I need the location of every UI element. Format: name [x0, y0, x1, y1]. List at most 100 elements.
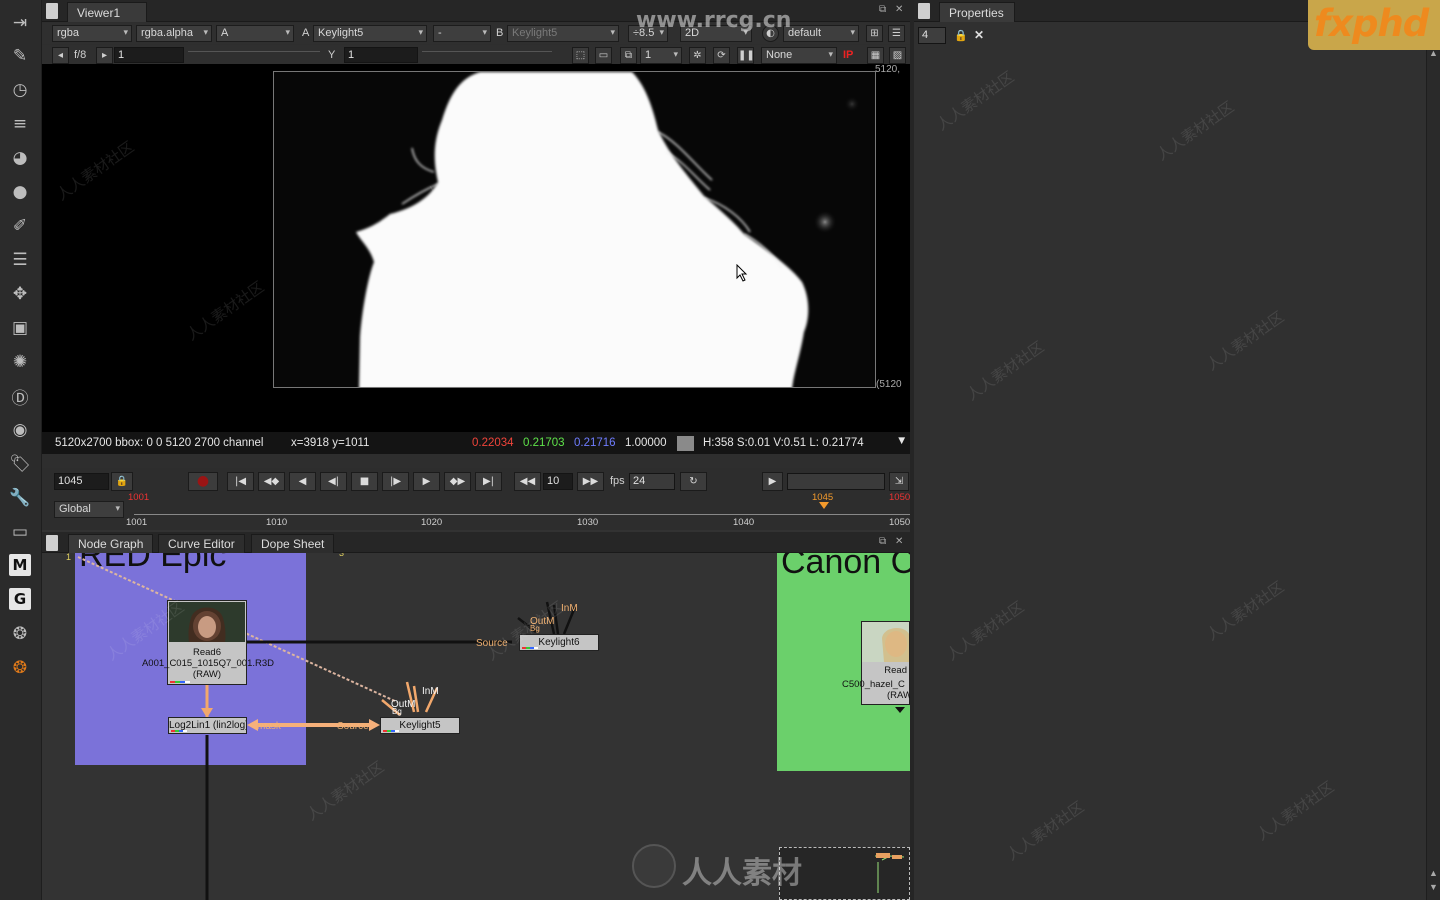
- current-frame-field[interactable]: 1045: [54, 473, 109, 490]
- prev-keyframe-icon[interactable]: ◀◆: [258, 472, 285, 491]
- next-keyframe-icon[interactable]: ◆▶: [444, 472, 471, 491]
- lock-range-icon[interactable]: 🔒: [111, 472, 133, 491]
- input-process-indicator[interactable]: IP: [843, 49, 853, 61]
- time-clock-icon[interactable]: ◷: [7, 77, 33, 103]
- tab-dope-sheet[interactable]: Dope Sheet: [251, 534, 335, 553]
- pause-update-icon[interactable]: ✲: [689, 47, 706, 64]
- properties-tab-label: Properties: [949, 6, 1004, 20]
- viewer-menu-icon[interactable]: ☰: [888, 25, 905, 42]
- read6-thumbnail: [169, 602, 245, 642]
- other-wrench-icon[interactable]: 🔧: [7, 485, 33, 511]
- fxphd-watermark-logo: fxphd: [1308, 0, 1440, 50]
- roi-icon[interactable]: ⬚: [572, 47, 589, 64]
- scroll-up-icon[interactable]: ▲: [1429, 868, 1438, 878]
- prev-frame-icon[interactable]: ◀: [289, 472, 316, 491]
- skip-back-icon[interactable]: ◀◀: [514, 472, 541, 491]
- tick-label: 1001: [126, 517, 148, 528]
- fstop-increase-icon[interactable]: ▸: [96, 47, 113, 64]
- plugin-g-icon[interactable]: G: [9, 588, 31, 610]
- draw-brush-icon[interactable]: ✎: [7, 43, 33, 69]
- pane-menu-handle[interactable]: [918, 3, 930, 19]
- last-frame-icon[interactable]: ▶|: [475, 472, 502, 491]
- color-wheel-icon[interactable]: ◕: [7, 145, 33, 171]
- lock-panels-icon[interactable]: 🔒: [954, 29, 968, 42]
- channel-icon[interactable]: ≡: [7, 111, 33, 137]
- log2lin-node[interactable]: Log2Lin1 (lin2log): [168, 717, 247, 734]
- gain-field[interactable]: 1: [114, 47, 184, 63]
- pane-menu-handle[interactable]: [46, 3, 58, 19]
- proxy-icon[interactable]: ⧉: [620, 47, 637, 64]
- overlay-settings-icon[interactable]: ⊞: [866, 25, 883, 42]
- a-input-dropdown[interactable]: Keylight5: [313, 25, 427, 42]
- float-pane-icon[interactable]: ⧉: [879, 536, 886, 547]
- play-backward-icon[interactable]: ◀|: [320, 472, 347, 491]
- gamma-field[interactable]: 1: [344, 47, 418, 63]
- scroll-down-icon[interactable]: ▼: [1429, 882, 1438, 892]
- image-io-icon[interactable]: ⇥: [7, 10, 33, 36]
- play-forward-icon[interactable]: |▶: [382, 472, 409, 491]
- roi-mode-dropdown[interactable]: None: [761, 47, 837, 64]
- info-expand-icon[interactable]: ▼: [896, 435, 907, 447]
- gamma-slider[interactable]: [422, 51, 552, 59]
- stop-icon[interactable]: ■: [351, 472, 378, 491]
- read6-node[interactable]: Read6 A001_C015_1015Q7_001.R3D (RAW): [142, 600, 274, 685]
- viewer-lut-dropdown[interactable]: default: [783, 25, 859, 42]
- frame-range-dropdown[interactable]: Global: [54, 501, 124, 518]
- skip-forward-icon[interactable]: ▶▶: [577, 472, 604, 491]
- node-graph-pane[interactable]: Node Graph Curve Editor Dope Sheet ⧉ ✕ R…: [42, 532, 910, 900]
- frame-increment-field[interactable]: 10: [543, 473, 573, 490]
- pane-menu-handle[interactable]: [46, 535, 58, 551]
- gain-slider[interactable]: [188, 51, 320, 59]
- viewer-canvas[interactable]: 5120, (5120: [42, 64, 910, 432]
- metadata-tag-icon[interactable]: 🏷: [7, 451, 33, 477]
- format-info: 5120x2700 bbox: 0 0 5120 2700 channel: [55, 437, 264, 449]
- pause-icon[interactable]: ❚❚: [737, 47, 755, 64]
- a-mode-dropdown[interactable]: A: [216, 25, 294, 42]
- proxy-scale-dropdown[interactable]: 1: [640, 47, 682, 64]
- 3d-cube-icon[interactable]: ▣: [7, 315, 33, 341]
- merge-layers-icon[interactable]: ☰: [7, 247, 33, 273]
- max-panels-field[interactable]: 4: [918, 27, 946, 44]
- particles-icon[interactable]: ✺: [7, 349, 33, 375]
- float-pane-icon[interactable]: ⧉: [879, 4, 886, 15]
- transform-move-icon[interactable]: ✥: [7, 281, 33, 307]
- timeline-settings-icon[interactable]: ⇲: [889, 472, 909, 491]
- clear-panels-icon[interactable]: ✕: [974, 28, 984, 42]
- plugin-flame-orange-icon[interactable]: ❂: [7, 655, 33, 681]
- properties-scrollbar[interactable]: ▲ ▲ ▼: [1426, 44, 1440, 900]
- next-frame-icon[interactable]: ▶: [413, 472, 440, 491]
- plugin-m-icon[interactable]: M: [9, 554, 31, 576]
- alpha-channel-dropdown[interactable]: rgba.alpha: [136, 25, 212, 42]
- fps-field[interactable]: 24: [629, 473, 675, 490]
- keyer-picker-icon[interactable]: ✐: [7, 213, 33, 239]
- refresh-icon[interactable]: ⟳: [713, 47, 730, 64]
- region-icon[interactable]: ▭: [595, 47, 612, 64]
- deep-d-icon[interactable]: Ⓓ: [7, 383, 33, 409]
- wipe-mode-dropdown[interactable]: -: [433, 25, 491, 42]
- b-input-dropdown[interactable]: Keylight5: [507, 25, 619, 42]
- filter-sphere-icon[interactable]: ●: [7, 179, 33, 205]
- fstop-decrease-icon[interactable]: ◂: [52, 47, 69, 64]
- flipbook-field[interactable]: [787, 473, 885, 490]
- stripes-icon[interactable]: ▨: [889, 47, 906, 64]
- channels-dropdown[interactable]: rgba: [52, 25, 132, 42]
- toolsets-folder-icon[interactable]: ▭: [7, 519, 33, 545]
- tick-label: 1040: [733, 517, 755, 528]
- plugin-flame-gray-icon[interactable]: ❂: [7, 621, 33, 647]
- close-pane-icon[interactable]: ✕: [895, 536, 903, 547]
- keylight6-node[interactable]: Keylight6: [519, 634, 599, 651]
- timeline[interactable]: Global 1001 1050 1045 1001 1010 1020 103…: [42, 492, 910, 530]
- views-eye-icon[interactable]: ◉: [7, 417, 33, 443]
- tab-node-graph[interactable]: Node Graph: [68, 534, 154, 553]
- first-frame-icon[interactable]: |◀: [227, 472, 254, 491]
- loop-icon[interactable]: ↻: [680, 472, 707, 491]
- tab-viewer1[interactable]: Viewer1: [67, 2, 147, 22]
- tab-properties[interactable]: Properties: [939, 2, 1015, 22]
- flipbook-icon[interactable]: ▶: [762, 472, 783, 491]
- tab-curve-editor[interactable]: Curve Editor: [158, 534, 245, 553]
- keylight5-node[interactable]: Keylight5: [380, 717, 460, 734]
- record-icon[interactable]: ●: [188, 472, 218, 491]
- checker-icon[interactable]: ▦: [867, 47, 884, 64]
- close-pane-icon[interactable]: ✕: [895, 4, 903, 15]
- playhead-marker[interactable]: [819, 502, 829, 509]
